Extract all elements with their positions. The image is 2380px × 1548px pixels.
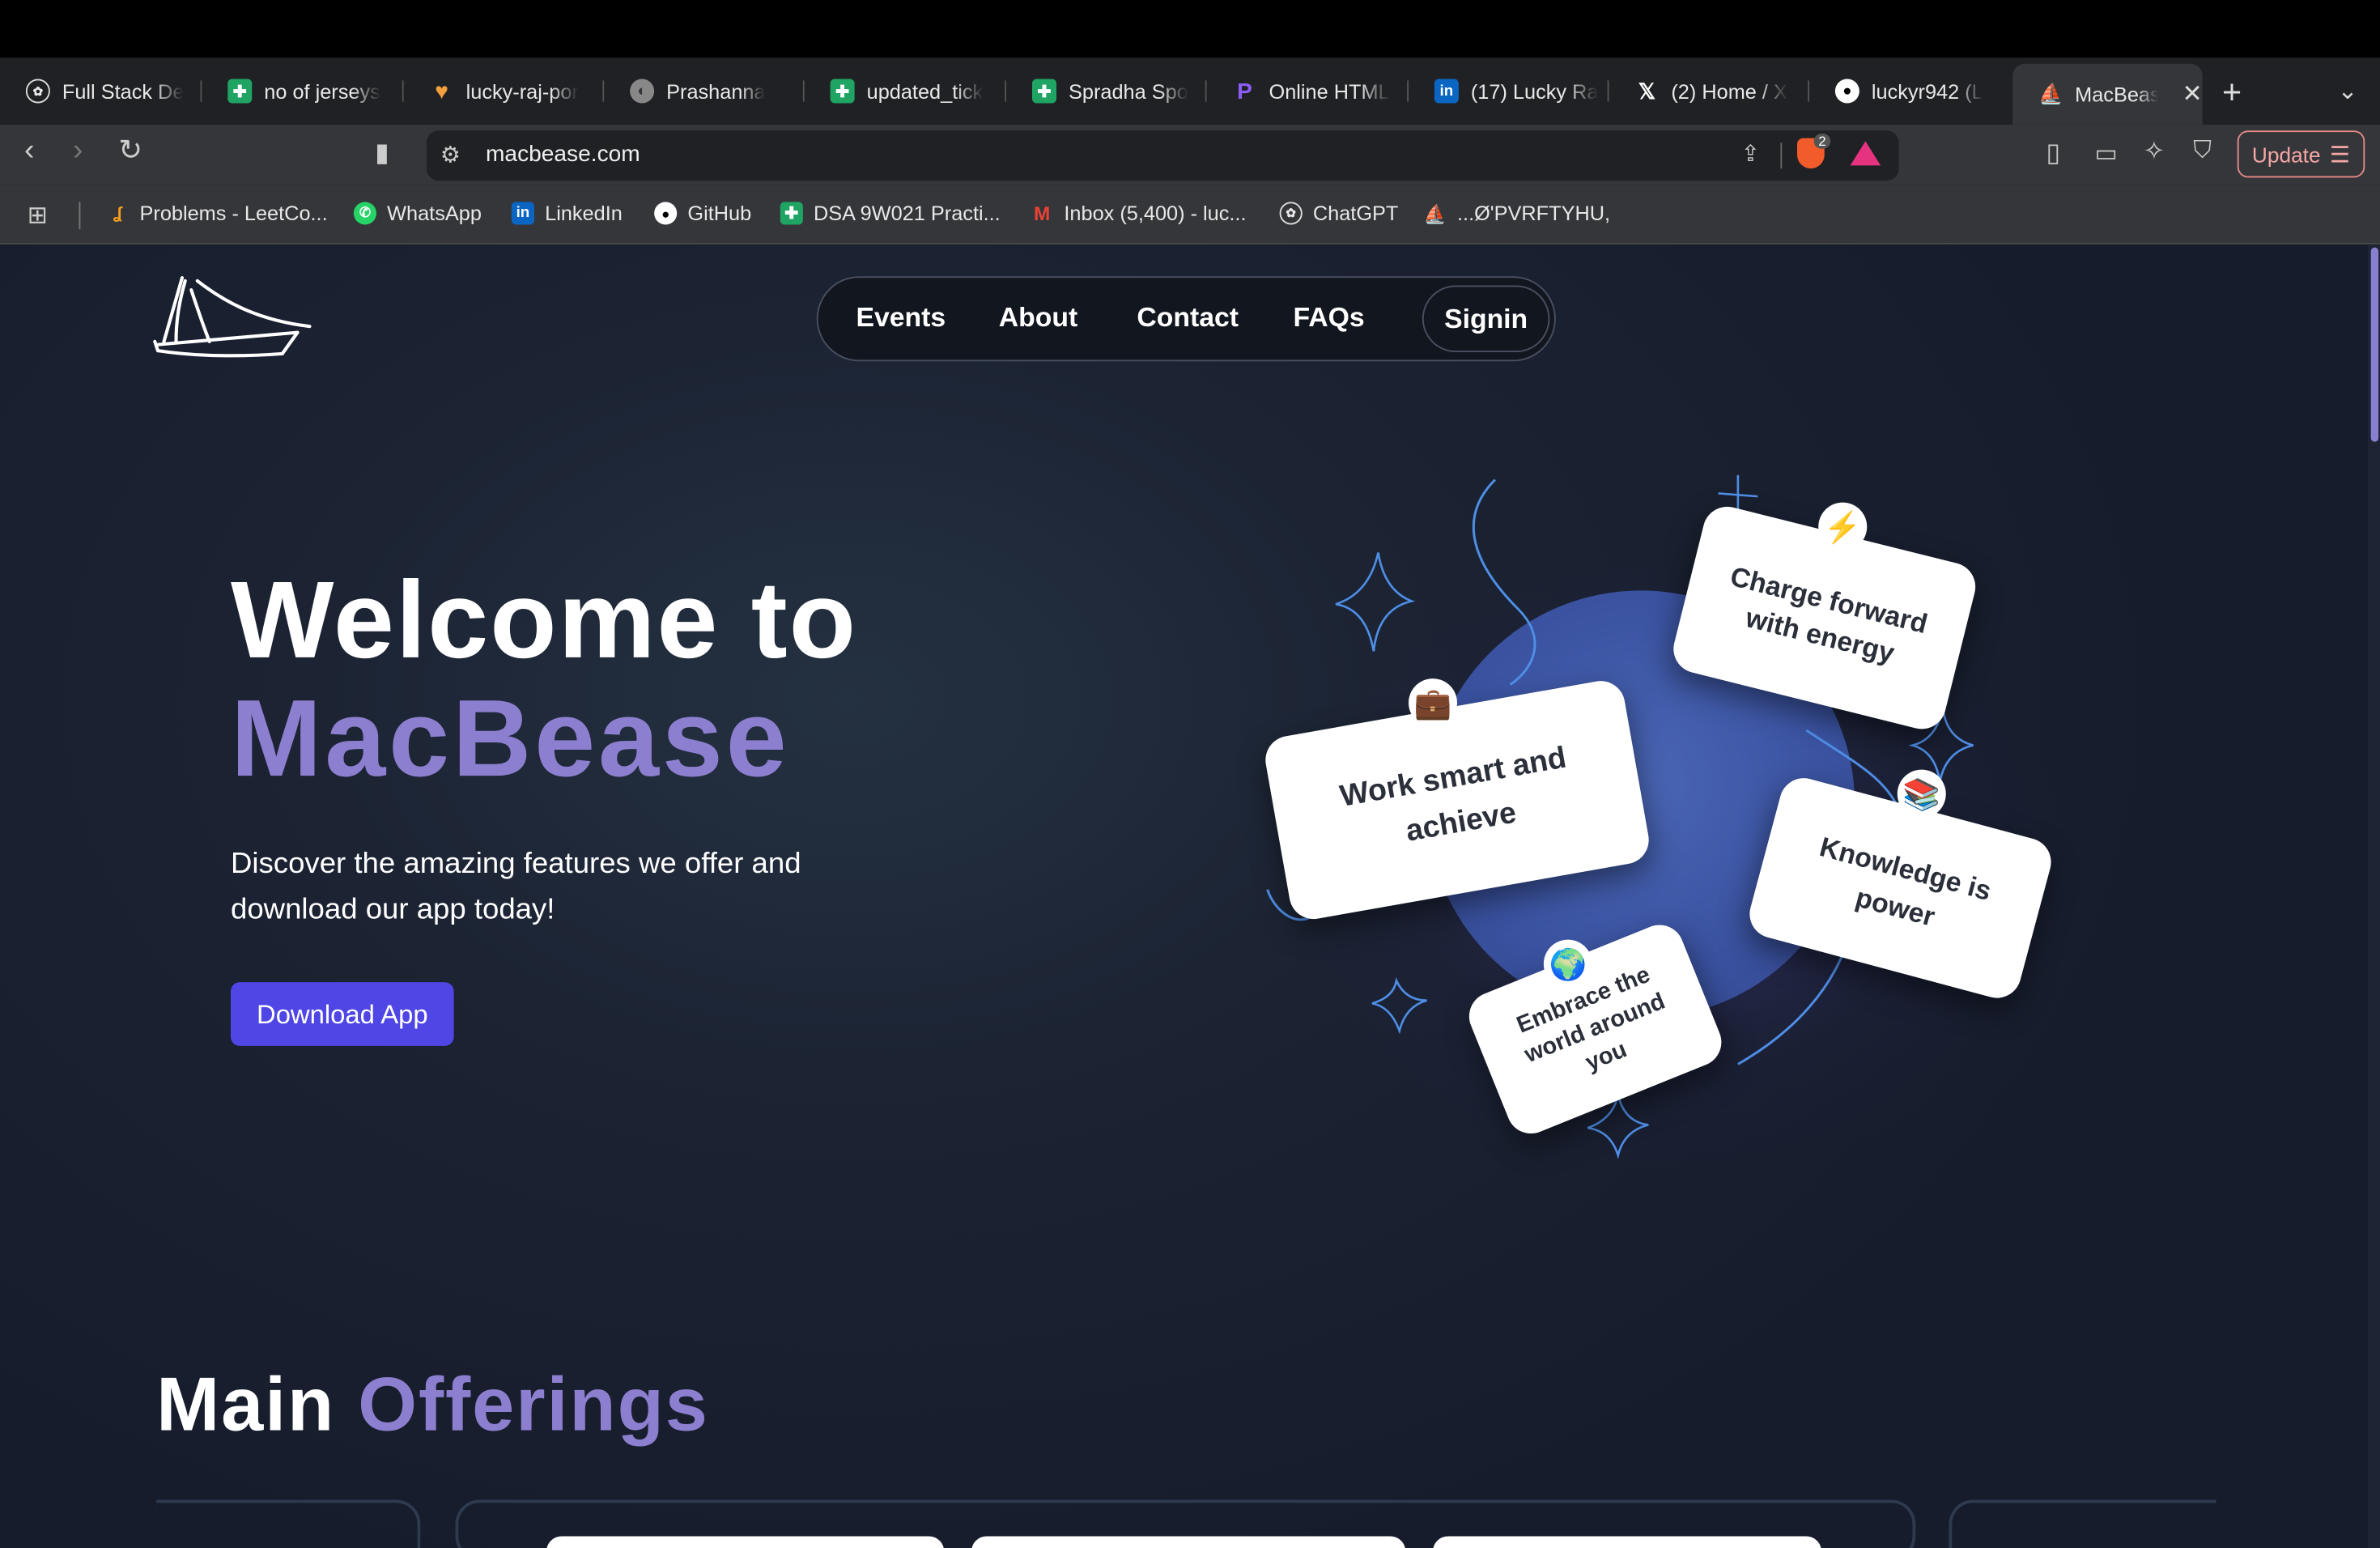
bookmark-macbease[interactable]: ⛵ ...Ø'PVRFTYHU,: [1424, 202, 1610, 224]
bookmark-whatsapp[interactable]: ✆ WhatsApp: [353, 202, 482, 225]
url-text: macbease.com: [486, 141, 640, 168]
globe-icon: ◐: [630, 79, 655, 104]
tab-search-chevron-icon[interactable]: ⌄: [2338, 76, 2358, 107]
lightning-icon: ⚡: [1818, 502, 1868, 551]
tab-github[interactable]: ● luckyr942 (L: [1809, 57, 2010, 125]
tab-linkedin[interactable]: in (17) Lucky Ra: [1409, 57, 1609, 125]
openai-icon: ✿: [25, 79, 50, 104]
tab-strip: ✿ Full Stack De ✚ no of jerseys ♥ lucky-…: [0, 57, 2380, 125]
linkedin-icon: in: [511, 202, 534, 225]
apps-grid-icon[interactable]: ⊞: [28, 201, 48, 232]
forward-icon[interactable]: ›: [73, 134, 83, 168]
offering-item-3[interactable]: [1433, 1536, 1821, 1548]
openai-icon: ✿: [1279, 202, 1303, 225]
wallet-icon[interactable]: ▭: [2095, 138, 2118, 169]
back-icon[interactable]: ‹: [24, 134, 35, 168]
gmail-icon: M: [1034, 202, 1051, 225]
bookmark-gmail-inbox[interactable]: M Inbox (5,400) - luc...: [1031, 202, 1246, 224]
section-title-main-offerings: Main Offerings: [156, 1361, 709, 1447]
p-logo-icon: P: [1237, 78, 1252, 104]
leo-ai-icon[interactable]: ✧: [2144, 137, 2165, 168]
bookmark-leetcode[interactable]: ʆ Problems - LeetCo...: [106, 202, 328, 224]
menu-icon: ☰: [2329, 142, 2351, 168]
google-sheets-icon: ✚: [1032, 79, 1056, 104]
heart-icon: ♥: [435, 78, 448, 104]
google-sheets-icon: ✚: [227, 79, 253, 104]
hero-illustration: Charge forward with energy ⚡ Work smart …: [1184, 457, 2126, 1186]
bookmarks-bar: ⊞ ʆ Problems - LeetCo... ✆ WhatsApp in L…: [0, 185, 2380, 245]
linkedin-icon: in: [1434, 79, 1459, 104]
github-icon: ●: [654, 202, 678, 225]
bookmark-icon[interactable]: ▮: [375, 138, 389, 169]
scrollbar-thumb[interactable]: [2370, 247, 2379, 442]
google-sheets-icon: ✚: [780, 202, 803, 225]
macbease-logo[interactable]: [152, 274, 317, 370]
offering-item-2[interactable]: [971, 1536, 1406, 1548]
globe-icon: 🌍: [1543, 939, 1592, 989]
site-settings-icon[interactable]: ⚙: [440, 141, 461, 168]
brave-rewards-icon[interactable]: [1850, 141, 1881, 166]
hero-title-line1: Welcome to: [231, 559, 857, 682]
site-nav: Events About Contact FAQs Signin: [816, 276, 1556, 362]
bookmark-chatgpt[interactable]: ✿ ChatGPT: [1279, 202, 1398, 225]
download-app-button[interactable]: Download App: [231, 982, 454, 1046]
shield-count-badge: 2: [1813, 134, 1831, 149]
bookmark-dsa-practice[interactable]: ✚ DSA 9W021 Practi...: [780, 202, 1001, 225]
tab-no-of-jerseys[interactable]: ✚ no of jerseys: [202, 57, 404, 125]
sailboat-icon: ⛵: [2038, 82, 2063, 105]
signin-button[interactable]: Signin: [1422, 285, 1550, 352]
offering-card-left[interactable]: [156, 1499, 421, 1548]
browser-toolbar: ‹ › ↻ ▮ ⚙ macbease.com ⇪ 2 ▯ ▭ ✧ ⛉ Updat…: [0, 124, 2380, 185]
offering-item-1[interactable]: [546, 1536, 945, 1548]
tab-spradha-sports[interactable]: ✚ Spradha Spo: [1006, 57, 1207, 125]
tab-online-html[interactable]: P Online HTML: [1207, 57, 1409, 125]
leetcode-icon: ʆ: [113, 204, 122, 223]
tab-x-home[interactable]: 𝕏 (2) Home / X: [1609, 57, 1809, 125]
offering-card-right[interactable]: [1949, 1499, 2216, 1548]
tab-macbease-active[interactable]: ⛵ MacBeas ✕: [2012, 63, 2203, 125]
nav-faqs[interactable]: FAQs: [1294, 302, 1365, 334]
sailboat-logo-icon: [153, 276, 312, 358]
website-viewport: Events About Contact FAQs Signin Welcome…: [0, 244, 2380, 1548]
sidebar-toggle-icon[interactable]: ▯: [2046, 138, 2061, 169]
briefcase-icon: 💼: [1409, 678, 1457, 728]
address-bar[interactable]: ⚙ macbease.com ⇪ 2: [426, 130, 1899, 181]
github-icon: ●: [1834, 79, 1859, 104]
vpn-shield-icon[interactable]: ⛉: [2193, 138, 2212, 166]
x-icon: 𝕏: [1638, 78, 1655, 103]
tab-lucky-raj-portfolio[interactable]: ♥ lucky-raj-por: [404, 57, 605, 125]
whatsapp-icon: ✆: [353, 202, 376, 225]
sailboat-icon: ⛵: [1423, 202, 1447, 224]
hero-subtitle: Discover the amazing features we offer a…: [231, 847, 801, 926]
bookmark-github[interactable]: ● GitHub: [654, 202, 751, 225]
share-icon[interactable]: ⇪: [1741, 140, 1761, 167]
close-tab-icon[interactable]: ✕: [2182, 79, 2202, 110]
bookmark-linkedin[interactable]: in LinkedIn: [511, 202, 623, 225]
google-sheets-icon: ✚: [830, 79, 855, 104]
window-top-bar: [0, 0, 2380, 58]
tab-updated-tickets[interactable]: ✚ updated_tick: [805, 57, 1007, 125]
reload-icon[interactable]: ↻: [118, 134, 142, 168]
new-tab-icon[interactable]: +: [2222, 73, 2242, 113]
tab-full-stack[interactable]: ✿ Full Stack De: [0, 57, 202, 125]
tab-prashanna[interactable]: ◐ Prashanna: [604, 57, 805, 125]
page-scrollbar[interactable]: [2368, 244, 2380, 1548]
books-icon: 📚: [1897, 769, 1946, 819]
update-button[interactable]: Update ☰: [2237, 130, 2365, 178]
nav-events[interactable]: Events: [856, 302, 946, 334]
nav-contact[interactable]: Contact: [1137, 302, 1239, 334]
nav-about[interactable]: About: [999, 302, 1077, 334]
hero-title-line2: MacBease: [231, 678, 790, 801]
